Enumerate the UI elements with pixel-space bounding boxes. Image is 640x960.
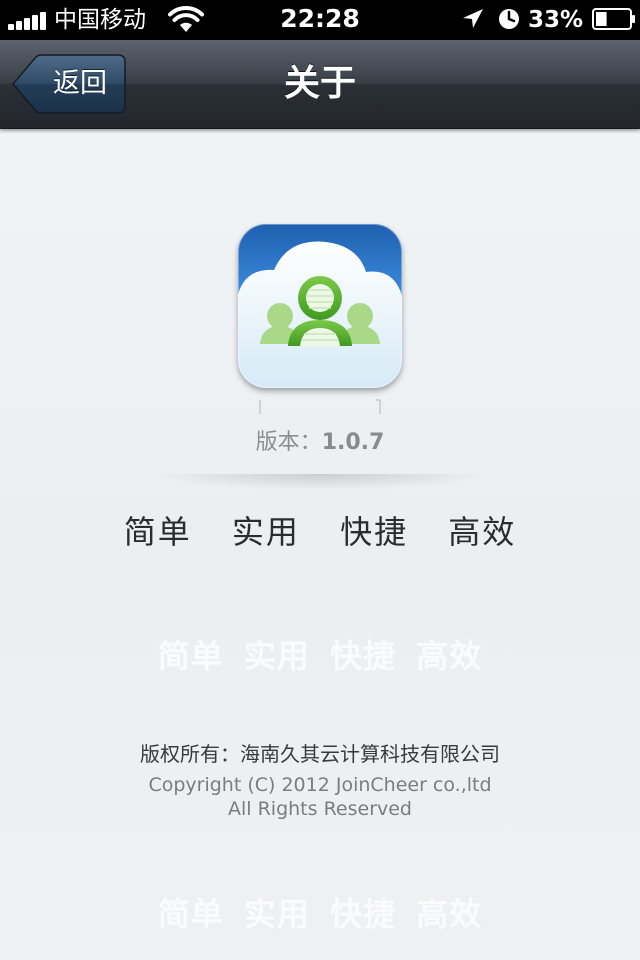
battery-icon [592, 8, 635, 30]
slogan: 简单 实用 快捷 高效 [0, 508, 640, 556]
icon-reflection [259, 399, 381, 414]
watermark-item: 简单 [157, 895, 224, 933]
version-info: 版本：1.0.7 [0, 426, 640, 460]
battery-percent: 33% [528, 7, 584, 33]
watermark-item: 快捷 [330, 637, 397, 675]
watermark-item: 高效 [416, 895, 483, 933]
watermark-item: 高效 [416, 637, 483, 675]
watermark-item: 实用 [243, 895, 310, 933]
page-title: 关于 [283, 63, 356, 104]
slogan-item: 快捷 [340, 513, 409, 551]
divider [150, 474, 490, 490]
watermark-item: 实用 [243, 637, 310, 675]
slogan-item: 高效 [448, 513, 517, 551]
slogan-item: 简单 [123, 513, 192, 551]
app-logo-icon [238, 224, 402, 388]
slogan-item: 实用 [231, 513, 300, 551]
copyright-english: Copyright (C) 2012 JoinCheer co.,ltd [148, 774, 492, 796]
copyright-chinese: 版权所有：海南久其云计算科技有限公司 [140, 742, 500, 766]
watermark-item: 简单 [157, 637, 224, 675]
location-icon [463, 9, 483, 28]
status-bar: 中国移动 22:28 33% [0, 0, 640, 40]
version-label: 版本： [255, 430, 322, 455]
background-watermark: 简单 实用 快捷 高效 [0, 632, 640, 680]
rights-reserved: All Rights Reserved [228, 798, 412, 820]
watermark-item: 快捷 [330, 895, 397, 933]
alarm-icon [499, 9, 519, 29]
background-watermark: 简单 实用 快捷 高效 [0, 890, 640, 938]
version-value: 1.0.7 [321, 430, 385, 455]
